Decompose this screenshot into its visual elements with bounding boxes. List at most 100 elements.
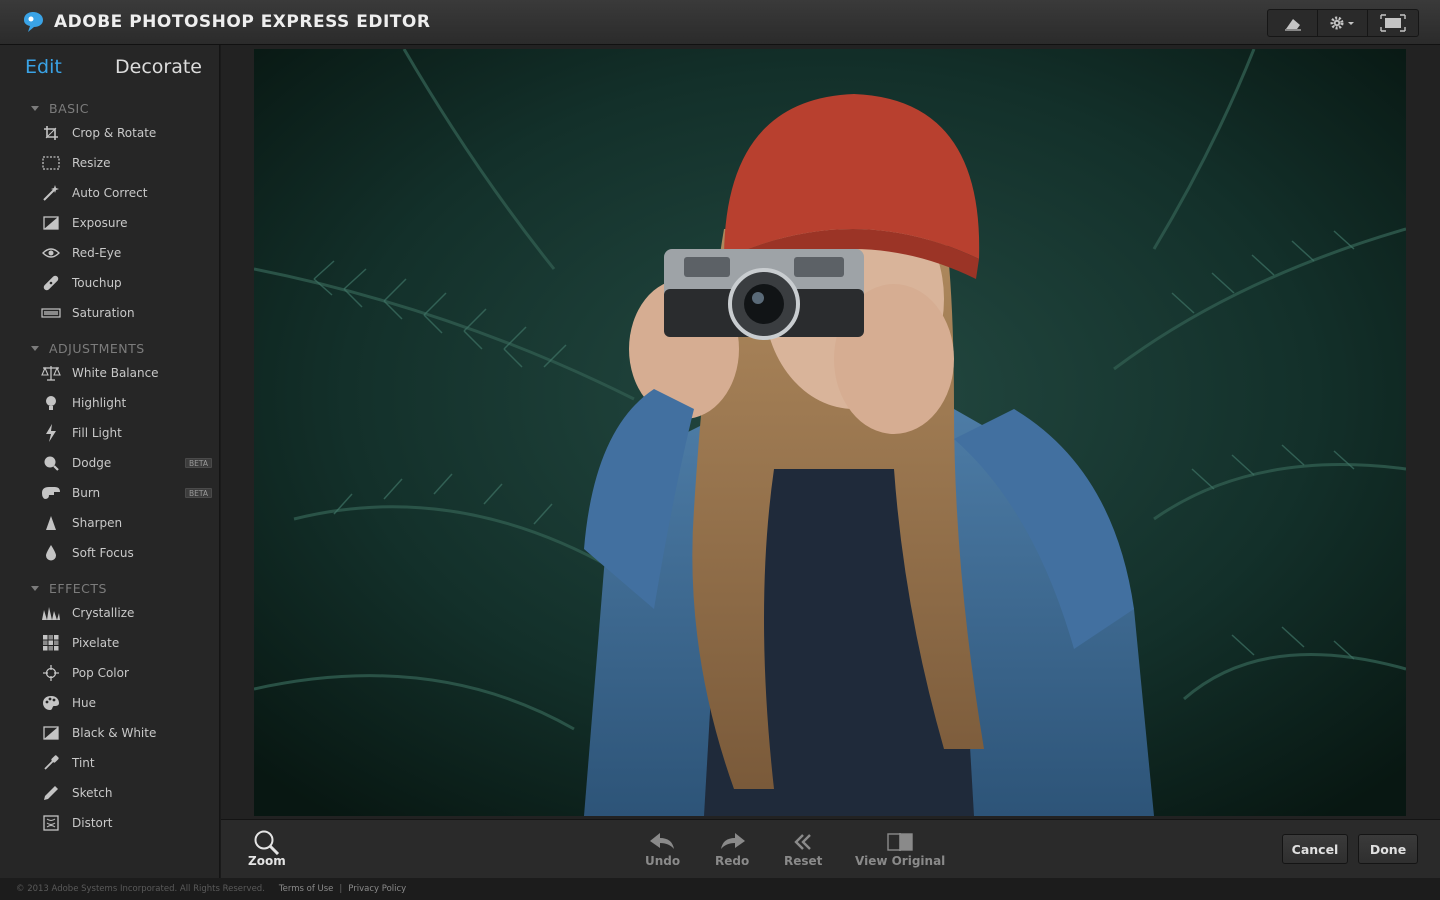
tool-pixelate[interactable]: Pixelate	[40, 632, 212, 654]
bulb-icon	[40, 394, 62, 412]
collapse-triangle-icon	[31, 346, 39, 351]
distort-icon	[40, 814, 62, 832]
tool-black-white[interactable]: Black & White	[40, 722, 212, 744]
eraser-button[interactable]	[1268, 10, 1318, 36]
tool-pop-color[interactable]: Pop Color	[40, 662, 212, 684]
tab-edit[interactable]: Edit	[25, 56, 62, 78]
undo-button[interactable]: Undo	[645, 830, 680, 868]
tool-exposure[interactable]: Exposure	[40, 212, 212, 234]
undo-icon	[648, 830, 678, 854]
edited-photo[interactable]	[254, 49, 1406, 816]
copyright-text: © 2013 Adobe Systems Incorporated. All R…	[16, 884, 265, 894]
lightning-icon	[40, 424, 62, 442]
reset-label: Reset	[784, 854, 823, 868]
section-adjustments[interactable]: ADJUSTMENTS	[31, 341, 145, 356]
tool-label: Dodge	[72, 456, 112, 470]
tool-label: Resize	[72, 156, 111, 170]
tool-burn[interactable]: Burn BETA	[40, 482, 212, 504]
pixelate-icon	[40, 634, 62, 652]
tool-label: Saturation	[72, 306, 135, 320]
tool-highlight[interactable]: Highlight	[40, 392, 212, 414]
zoom-button[interactable]: Zoom	[248, 830, 286, 868]
tool-distort[interactable]: Distort	[40, 812, 212, 834]
app-title: ADOBE PHOTOSHOP EXPRESS EDITOR	[54, 12, 431, 32]
window-controls	[1267, 9, 1419, 37]
tool-soft-focus[interactable]: Soft Focus	[40, 542, 212, 564]
zoom-label: Zoom	[248, 854, 286, 868]
photo-illustration	[254, 49, 1406, 816]
compare-icon	[887, 830, 913, 854]
section-basic[interactable]: BASIC	[31, 101, 89, 116]
tool-label: Pixelate	[72, 636, 120, 650]
tool-crop-rotate[interactable]: Crop & Rotate	[40, 122, 212, 144]
terms-of-use-link[interactable]: Terms of Use	[279, 884, 334, 894]
tool-dodge[interactable]: Dodge BETA	[40, 452, 212, 474]
tool-label: Auto Correct	[72, 186, 148, 200]
eye-icon	[40, 244, 62, 262]
tool-label: Highlight	[72, 396, 127, 410]
tool-label: Distort	[72, 816, 113, 830]
bandage-icon	[40, 274, 62, 292]
tool-hue[interactable]: Hue	[40, 692, 212, 714]
collapse-triangle-icon	[31, 586, 39, 591]
tool-label: Hue	[72, 696, 97, 710]
tool-fill-light[interactable]: Fill Light	[40, 422, 212, 444]
rewind-icon	[793, 830, 813, 854]
gear-icon	[1330, 16, 1354, 30]
redo-label: Redo	[715, 854, 750, 868]
tool-touchup[interactable]: Touchup	[40, 272, 212, 294]
cancel-button[interactable]: Cancel	[1282, 834, 1348, 864]
tool-crystallize[interactable]: Crystallize	[40, 602, 212, 624]
undo-label: Undo	[645, 854, 681, 868]
magnifier-icon	[253, 830, 281, 855]
tool-resize[interactable]: Resize	[40, 152, 212, 174]
tool-sketch[interactable]: Sketch	[40, 782, 212, 804]
burn-icon	[40, 484, 62, 502]
tool-label: Sharpen	[72, 516, 123, 530]
magic-wand-icon	[40, 184, 62, 202]
tool-label: Fill Light	[72, 426, 122, 440]
tool-label: Touchup	[72, 276, 122, 290]
dodge-icon	[40, 454, 62, 472]
tool-tint[interactable]: Tint	[40, 752, 212, 774]
tool-label: Burn	[72, 486, 101, 500]
reset-button[interactable]: Reset	[784, 830, 822, 868]
section-effects[interactable]: EFFECTS	[31, 581, 107, 596]
tool-label: Exposure	[72, 216, 128, 230]
eraser-icon	[1284, 19, 1301, 31]
tool-auto-correct[interactable]: Auto Correct	[40, 182, 212, 204]
tab-decorate[interactable]: Decorate	[115, 56, 202, 78]
target-icon	[40, 664, 62, 682]
fullscreen-icon	[1380, 14, 1406, 32]
pencil-icon	[40, 784, 62, 802]
footer-separator: |	[339, 884, 343, 894]
section-title: EFFECTS	[49, 581, 107, 596]
collapse-triangle-icon	[31, 106, 39, 111]
palette-icon	[40, 694, 62, 712]
tool-white-balance[interactable]: White Balance	[40, 362, 212, 384]
done-button[interactable]: Done	[1358, 834, 1418, 864]
tool-label: Sketch	[72, 786, 113, 800]
scale-icon	[40, 364, 62, 382]
bottom-toolbar: Zoom Undo Redo Reset View Original Cance…	[221, 819, 1440, 878]
tool-label: Soft Focus	[72, 546, 134, 560]
dropper-icon	[40, 754, 62, 772]
drop-icon	[40, 544, 62, 562]
tool-label: Tint	[72, 756, 95, 770]
tool-label: Crop & Rotate	[72, 126, 157, 140]
tool-label: Red-Eye	[72, 246, 122, 260]
section-title: ADJUSTMENTS	[49, 341, 145, 356]
tool-label: Pop Color	[72, 666, 129, 680]
privacy-policy-link[interactable]: Privacy Policy	[348, 884, 406, 894]
settings-button[interactable]	[1318, 10, 1368, 36]
tool-saturation[interactable]: Saturation	[40, 302, 212, 324]
saturation-icon	[40, 304, 62, 322]
tool-sharpen[interactable]: Sharpen	[40, 512, 212, 534]
crystallize-icon	[40, 604, 62, 622]
crop-icon	[40, 124, 62, 142]
sharpen-icon	[40, 514, 62, 532]
fullscreen-button[interactable]	[1368, 10, 1418, 36]
view-original-button[interactable]: View Original	[855, 830, 945, 868]
tool-red-eye[interactable]: Red-Eye	[40, 242, 212, 264]
redo-button[interactable]: Redo	[715, 830, 749, 868]
